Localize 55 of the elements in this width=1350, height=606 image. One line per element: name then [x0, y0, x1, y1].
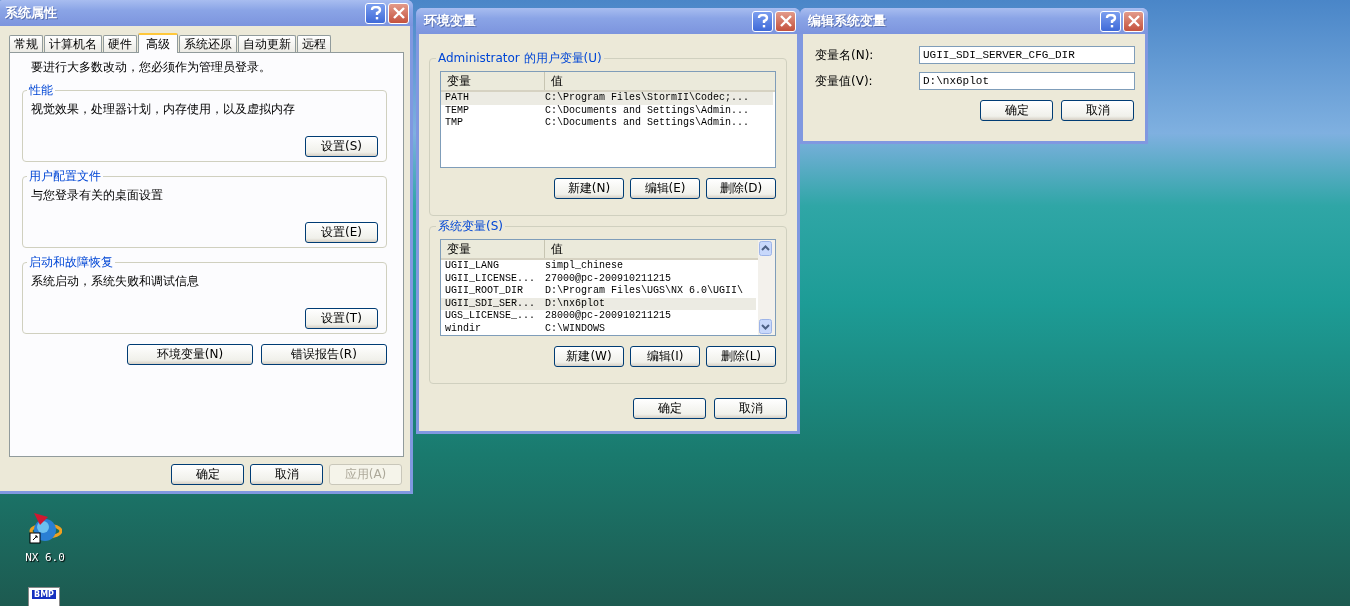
- column-header[interactable]: 值: [545, 240, 758, 258]
- column-header[interactable]: 值: [545, 72, 775, 90]
- group-title: 性能: [28, 82, 54, 99]
- bitmap-file-icon[interactable]: BMP: [28, 587, 60, 606]
- dialog-button[interactable]: 编辑(I): [630, 346, 700, 367]
- dialog-button[interactable]: 确定: [980, 100, 1053, 121]
- group-title: 系统变量(S): [437, 218, 504, 235]
- list-row[interactable]: windir C:\WINDOWS: [441, 322, 756, 335]
- list-row[interactable]: UGII_ROOT_DIR D:\Program Files\UGS\NX 6.0\UGII\: [441, 285, 756, 298]
- dialog-button[interactable]: 删除(L): [706, 346, 776, 367]
- input-field[interactable]: D:\nx6plot: [919, 72, 1135, 90]
- group-title: 启动和故障恢复: [28, 254, 114, 271]
- window-title: 环境变量: [424, 12, 476, 30]
- input-field[interactable]: UGII_SDI_SERVER_CFG_DIR: [919, 46, 1135, 64]
- column-header[interactable]: 变量: [441, 72, 545, 90]
- group-description: 与您登录有关的桌面设置: [31, 187, 164, 204]
- group-title: Administrator 的用户变量(U): [437, 50, 603, 67]
- window-title: 编辑系统变量: [808, 12, 886, 30]
- window-title: 系统属性: [5, 4, 57, 22]
- field-label: 变量值(V):: [815, 72, 874, 90]
- list-row[interactable]: UGS_LICENSE_... 28000@pc-200910211215: [441, 310, 756, 323]
- dialog-button[interactable]: 新建(W): [554, 346, 624, 367]
- tab[interactable]: 硬件: [103, 35, 137, 52]
- list-row[interactable]: TEMP C:\Documents and Settings\Admin...: [441, 104, 773, 117]
- dialog-button[interactable]: 取消: [1061, 100, 1134, 121]
- list-row[interactable]: TMP C:\Documents and Settings\Admin...: [441, 117, 773, 130]
- dialog-button[interactable]: 删除(D): [706, 178, 776, 199]
- list-row[interactable]: PATH C:\Program Files\StormII\Codec;...: [441, 92, 773, 105]
- settings-button[interactable]: 设置(S): [305, 136, 378, 157]
- list-row[interactable]: UGII_LANG simpl_chinese: [441, 260, 756, 273]
- list-row[interactable]: UGII_SDI_SER... D:\nx6plot: [441, 297, 756, 310]
- dialog-button[interactable]: 确定: [633, 398, 706, 419]
- tab[interactable]: 自动更新: [238, 35, 296, 52]
- settings-button[interactable]: 设置(T): [305, 308, 378, 329]
- settings-button[interactable]: 设置(E): [305, 222, 378, 243]
- column-header[interactable]: 变量: [441, 240, 545, 258]
- dialog-button[interactable]: 确定: [171, 464, 244, 485]
- group-description: 视觉效果，处理器计划，内存使用，以及虚拟内存: [31, 101, 296, 118]
- admin-note: 要进行大多数改动，您必须作为管理员登录。: [30, 59, 272, 76]
- group-description: 系统启动，系统失败和调试信息: [31, 273, 200, 290]
- list-row[interactable]: UGII_LICENSE... 27000@pc-200910211215: [441, 272, 756, 285]
- tab[interactable]: 常规: [9, 35, 43, 52]
- dialog-button[interactable]: 环境变量(N): [127, 344, 253, 365]
- group-title: 用户配置文件: [28, 168, 102, 185]
- tab[interactable]: 高级: [138, 33, 178, 53]
- dialog-button[interactable]: 错误报告(R): [261, 344, 387, 365]
- dialog-button[interactable]: 编辑(E): [630, 178, 700, 199]
- tab[interactable]: 计算机名: [44, 35, 102, 52]
- dialog-button[interactable]: 取消: [250, 464, 323, 485]
- tab[interactable]: 远程: [297, 35, 331, 52]
- tab[interactable]: 系统还原: [179, 35, 237, 52]
- desktop-icon-label: NX 6.0: [25, 551, 65, 564]
- field-label: 变量名(N):: [815, 46, 875, 64]
- dialog-button[interactable]: 新建(N): [554, 178, 624, 199]
- dialog-button[interactable]: 取消: [714, 398, 787, 419]
